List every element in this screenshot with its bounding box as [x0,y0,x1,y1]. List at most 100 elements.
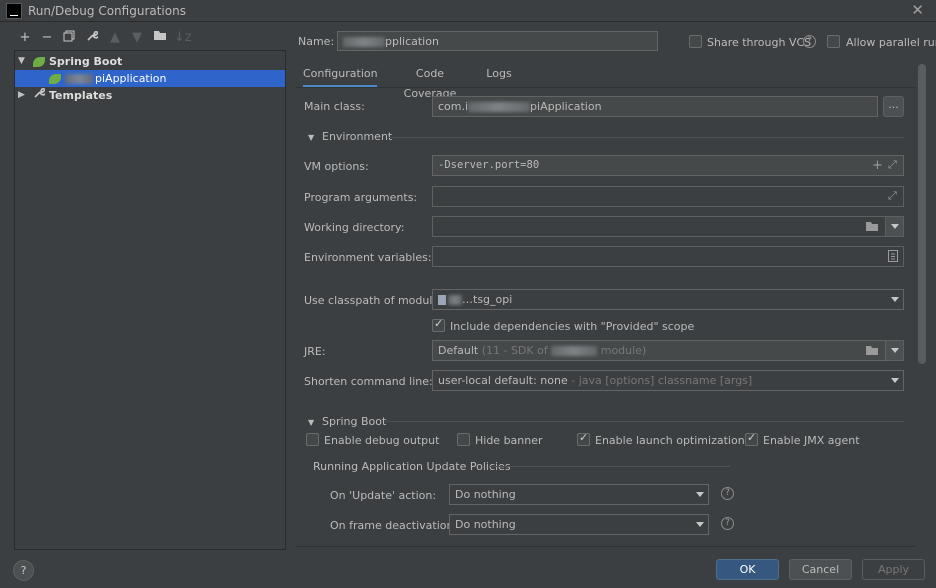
ok-button[interactable]: OK [716,559,779,580]
spring-app-icon [49,74,61,84]
vm-options-value: -Dserver.port=80 [438,159,540,171]
shorten-dropdown[interactable]: user-local default: none - java [options… [432,370,904,391]
name-label: Name: [298,35,335,48]
window-title: Run/Debug Configurations [28,4,186,18]
config-tree[interactable]: ▼ Spring Boot piApplication ▶ Templates [14,50,286,550]
name-field[interactable]: pplication [337,31,658,51]
help-button[interactable]: ? [13,560,34,581]
program-args-label: Program arguments: [304,191,418,204]
help-icon[interactable]: ? [721,517,734,530]
allow-parallel-label: Allow parallel run [846,36,936,49]
jre-label: JRE: [304,345,326,358]
collapse-arrow-icon[interactable]: ▶ [18,87,25,104]
classpath-label: Use classpath of module: [304,294,443,307]
vm-options-field[interactable]: -Dserver.port=80 [432,155,904,176]
jmx-label: Enable JMX agent [763,434,860,447]
env-vars-field[interactable] [432,246,904,267]
chevron-down-icon [891,378,899,383]
intellij-app-icon [6,3,22,19]
name-value: pplication [385,35,439,48]
wrench-icon[interactable] [84,30,100,46]
env-vars-label: Environment variables: [304,251,432,264]
on-update-label: On 'Update' action: [330,489,437,502]
hide-banner-checkbox[interactable] [457,433,470,446]
hide-banner-label: Hide banner [475,434,543,447]
include-deps-checkbox[interactable] [432,317,445,332]
program-args-field[interactable] [432,186,904,207]
expand-icon[interactable]: ⤢ [888,189,897,203]
content-bottom-divider [296,546,916,547]
sort-icon[interactable]: ↓z [174,30,192,46]
tab-code-coverage[interactable]: Code Coverage [390,64,470,100]
tree-node-application[interactable]: piApplication [15,70,285,87]
folder-move-icon[interactable] [152,30,168,46]
folder-icon[interactable] [866,345,879,359]
tab-divider [296,87,916,88]
debug-output-checkbox[interactable] [306,433,319,446]
classpath-value: …tsg_opi [462,293,513,306]
chevron-down-icon [891,224,899,229]
shorten-value: user-local default: none [438,374,568,387]
main-class-prefix: com.i [438,100,469,113]
tab-logs[interactable]: Logs [482,64,516,88]
on-update-dropdown[interactable]: Do nothing [449,484,709,505]
copy-icon[interactable] [61,30,77,46]
tree-node-templates[interactable]: ▶ Templates [15,87,285,104]
allow-parallel-checkbox[interactable] [827,35,840,48]
section-divider [490,466,730,467]
shorten-hint: - java [options] classname [args] [571,374,753,387]
main-class-suffix: piApplication [530,100,602,113]
chevron-down-icon [696,522,704,527]
jre-hint-prefix: (11 - SDK of [481,344,548,357]
on-frame-dropdown[interactable]: Do nothing [449,514,709,535]
spring-boot-icon [33,57,45,67]
spring-boot-section-label[interactable]: Spring Boot [322,415,386,428]
apply-button[interactable]: Apply [862,559,925,580]
section-divider [388,137,904,138]
expand-arrow-icon[interactable]: ▼ [18,53,25,70]
help-icon[interactable]: ? [721,487,734,500]
jre-value: Default [438,344,479,357]
redacted-text [65,74,93,84]
jmx-checkbox[interactable] [745,431,758,446]
wrench-icon [33,87,47,104]
help-icon[interactable]: ? [803,35,816,48]
move-up-icon[interactable]: ▲ [107,30,123,46]
tree-label-application: piApplication [95,72,167,85]
browse-button[interactable]: ... [883,96,904,117]
close-icon[interactable]: ✕ [911,1,924,19]
main-class-label: Main class: [304,100,365,113]
shorten-label: Shorten command line: [304,375,433,388]
environment-expand-icon[interactable]: ▼ [308,133,314,142]
tree-node-spring-boot[interactable]: ▼ Spring Boot [15,53,285,70]
working-dir-dropdown-button[interactable] [886,216,904,237]
environment-section-label[interactable]: Environment [322,130,392,143]
add-icon[interactable]: + [17,30,33,46]
on-update-value: Do nothing [455,488,516,501]
folder-icon[interactable] [866,221,879,235]
jre-dropdown-button[interactable] [886,340,904,361]
add-icon[interactable]: + [872,158,883,173]
redacted-text [468,102,531,112]
launch-opt-label: Enable launch optimization [595,434,745,447]
expand-icon[interactable]: ⤢ [888,158,897,172]
launch-opt-checkbox[interactable] [577,431,590,446]
on-frame-label: On frame deactivation: [330,519,458,532]
remove-icon[interactable]: − [39,30,55,46]
chevron-down-icon [696,492,704,497]
redacted-text [343,37,385,47]
edit-list-icon[interactable] [888,250,899,265]
working-dir-field[interactable] [432,216,886,237]
share-vcs-checkbox[interactable] [689,35,702,48]
section-divider [385,421,904,422]
cancel-button[interactable]: Cancel [789,559,852,580]
tab-configuration[interactable]: Configuration [303,64,378,88]
tree-label-spring-boot: Spring Boot [49,55,123,68]
move-down-icon[interactable]: ▼ [129,30,145,46]
classpath-dropdown[interactable]: …tsg_opi [432,289,904,310]
share-vcs-label: Share through VCS [707,36,812,49]
jre-field[interactable]: Default (11 - SDK of module) [432,340,886,361]
main-class-field[interactable]: com.i piApplication [432,96,878,117]
vertical-scrollbar[interactable] [918,64,926,364]
spring-boot-expand-icon[interactable]: ▼ [308,418,314,427]
